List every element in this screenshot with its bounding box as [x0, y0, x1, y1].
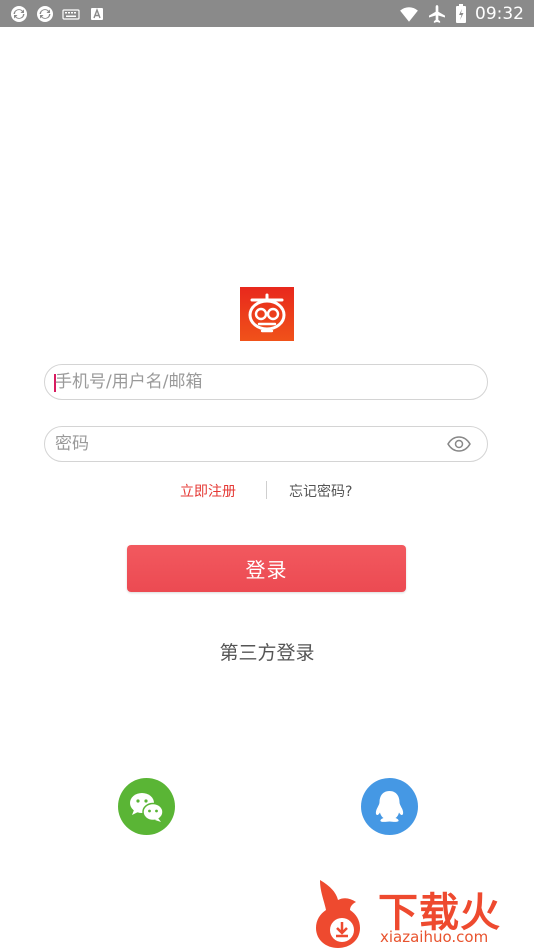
forgot-password-link[interactable]: 忘记密码? [289, 481, 352, 501]
sync-icon [11, 6, 27, 22]
status-bar: 09:32 [0, 0, 534, 27]
flame-logo-icon [316, 880, 360, 948]
airplane-icon [429, 5, 445, 23]
sync-icon [37, 6, 53, 22]
password-input[interactable] [55, 427, 435, 461]
register-link[interactable]: 立即注册 [180, 481, 236, 501]
wifi-icon [400, 7, 418, 22]
status-time: 09:32 [475, 4, 524, 24]
status-bar-right: 09:32 [399, 3, 524, 25]
keyboard-icon [62, 9, 80, 20]
third-party-login-title: 第三方登录 [219, 642, 315, 664]
password-field [44, 426, 488, 462]
username-input[interactable] [55, 365, 435, 399]
qq-icon [375, 791, 404, 822]
wechat-login-button[interactable] [118, 778, 175, 835]
link-divider [266, 481, 267, 499]
wechat-icon [130, 793, 164, 822]
username-field [44, 364, 488, 400]
app-logo-icon [240, 287, 294, 341]
login-button[interactable]: 登录 [127, 545, 406, 592]
watermark: 下载火 xiazaihuo.com [312, 878, 534, 950]
eye-icon[interactable] [447, 435, 471, 453]
watermark-url: xiazaihuo.com [380, 928, 489, 946]
qq-login-button[interactable] [361, 778, 418, 835]
a-icon [91, 8, 103, 20]
status-bar-left [10, 5, 106, 23]
account-links: 立即注册 忘记密码? [0, 481, 534, 501]
battery-icon [456, 4, 466, 23]
